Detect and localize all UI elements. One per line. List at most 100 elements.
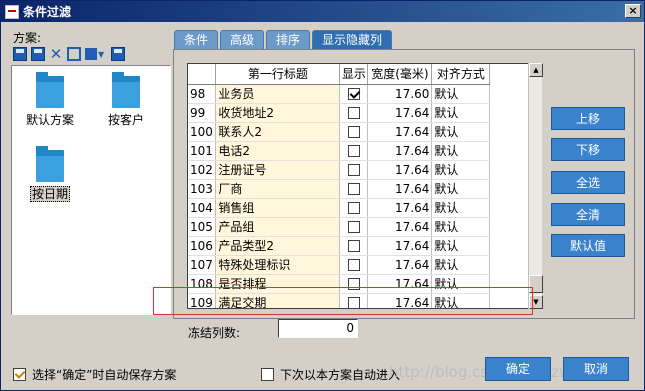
tab-advanced[interactable]: 高级 [220, 30, 265, 50]
plan-item-customer[interactable]: 按客户 [94, 72, 158, 128]
row-width[interactable]: 17.64 [367, 255, 433, 275]
grid-row[interactable]: 107 特殊处理标识 17.64 默认 [188, 255, 491, 275]
plan-item-default[interactable]: 默认方案 [18, 72, 82, 128]
row-show-cell[interactable] [339, 141, 369, 161]
freeze-columns-input[interactable]: 0 [278, 319, 358, 338]
highlight-annotation [153, 287, 533, 315]
row-show-cell[interactable] [339, 179, 369, 199]
grid-row[interactable]: 98 业务员 17.60 默认 [188, 84, 491, 104]
select-all-button[interactable]: 全选 [551, 171, 625, 194]
tab-show-hide-columns[interactable]: 显示隐藏列 [312, 30, 393, 50]
auto-save-option[interactable]: 选择“确定”时自动保存方案 [13, 366, 176, 383]
show-checkbox[interactable] [347, 126, 360, 138]
columns-grid: 第一行标题 显示 宽度(毫米) 对齐方式 98 业务员 17.60 默认 99 收货地址2… [187, 63, 542, 309]
row-width[interactable]: 17.64 [367, 198, 433, 218]
row-align[interactable]: 默认 [431, 141, 491, 161]
row-width[interactable]: 17.60 [367, 84, 433, 104]
auto-enter-label: 下次以本方案自动进入 [280, 368, 401, 382]
grid-row[interactable]: 104 销售组 17.64 默认 [188, 198, 491, 218]
move-down-button[interactable]: 下移 [551, 138, 625, 161]
header-width[interactable]: 宽度(毫米) [367, 64, 433, 85]
row-align[interactable]: 默认 [431, 236, 491, 256]
scroll-up-icon[interactable]: ▲ [529, 63, 543, 77]
grid-scrollbar[interactable]: ▲ ▼ [528, 63, 543, 309]
save-icon[interactable] [13, 47, 27, 61]
row-title[interactable]: 产品类型2 [215, 236, 341, 256]
row-show-cell[interactable] [339, 160, 369, 180]
save-as-icon[interactable] [31, 47, 45, 61]
row-show-cell[interactable] [339, 198, 369, 218]
grid-row[interactable]: 101 电话2 17.64 默认 [188, 141, 491, 161]
row-align[interactable]: 默认 [431, 255, 491, 275]
show-checkbox[interactable] [347, 221, 360, 233]
row-title[interactable]: 厂商 [215, 179, 341, 199]
row-title[interactable]: 注册证号 [215, 160, 341, 180]
row-show-cell[interactable] [339, 103, 369, 123]
row-align[interactable]: 默认 [431, 84, 491, 104]
show-checkbox[interactable] [347, 240, 360, 252]
ok-button[interactable]: 确定 [485, 357, 551, 381]
show-checkbox[interactable] [347, 107, 360, 119]
show-checkbox[interactable] [347, 88, 360, 100]
row-show-cell[interactable] [339, 217, 369, 237]
row-title[interactable]: 收货地址2 [215, 103, 341, 123]
row-title[interactable]: 产品组 [215, 217, 341, 237]
row-width[interactable]: 17.64 [367, 141, 433, 161]
tab-sort[interactable]: 排序 [266, 30, 311, 50]
row-width[interactable]: 17.64 [367, 236, 433, 256]
grid-row[interactable]: 102 注册证号 17.64 默认 [188, 160, 491, 180]
row-show-cell[interactable] [339, 84, 369, 104]
row-align[interactable]: 默认 [431, 103, 491, 123]
row-show-cell[interactable] [339, 122, 369, 142]
default-value-button[interactable]: 默认值 [551, 234, 625, 257]
grid-row[interactable]: 103 厂商 17.64 默认 [188, 179, 491, 199]
menu-icon[interactable]: ▼ [85, 47, 107, 61]
row-title[interactable]: 销售组 [215, 198, 341, 218]
row-align[interactable]: 默认 [431, 198, 491, 218]
header-title[interactable]: 第一行标题 [215, 64, 341, 85]
header-align[interactable]: 对齐方式 [431, 64, 491, 85]
move-up-button[interactable]: 上移 [551, 107, 625, 130]
row-width[interactable]: 17.64 [367, 179, 433, 199]
auto-save-checkbox[interactable] [13, 368, 26, 381]
tab-conditions[interactable]: 条件 [174, 30, 219, 50]
plan-item-date[interactable]: 按日期 [18, 146, 82, 202]
row-title[interactable]: 联系人2 [215, 122, 341, 142]
row-title[interactable]: 特殊处理标识 [215, 255, 341, 275]
grid-row[interactable]: 100 联系人2 17.64 默认 [188, 122, 491, 142]
show-checkbox[interactable] [347, 202, 360, 214]
clear-icon[interactable] [67, 47, 81, 61]
show-checkbox[interactable] [347, 259, 360, 271]
close-button[interactable]: × [625, 4, 641, 18]
grid-body: 98 业务员 17.60 默认 99 收货地址2 17.64 默认 100 联系人2 17.64 默认… [188, 84, 491, 308]
row-align[interactable]: 默认 [431, 122, 491, 142]
row-show-cell[interactable] [339, 236, 369, 256]
row-title[interactable]: 业务员 [215, 84, 341, 104]
row-width[interactable]: 17.64 [367, 122, 433, 142]
row-number: 101 [188, 141, 217, 161]
cancel-button[interactable]: 取消 [563, 357, 629, 381]
row-width[interactable]: 17.64 [367, 160, 433, 180]
auto-enter-checkbox[interactable] [261, 368, 274, 381]
row-align[interactable]: 默认 [431, 160, 491, 180]
row-title[interactable]: 电话2 [215, 141, 341, 161]
row-align[interactable]: 默认 [431, 217, 491, 237]
plans-list: 默认方案 按客户 按日期 [11, 65, 171, 315]
show-checkbox[interactable] [347, 145, 360, 157]
grid-row[interactable]: 99 收货地址2 17.64 默认 [188, 103, 491, 123]
grid-header-row: 第一行标题 显示 宽度(毫米) 对齐方式 [188, 64, 491, 85]
delete-icon[interactable]: ✕ [49, 47, 63, 62]
import-icon[interactable] [111, 47, 125, 61]
row-align[interactable]: 默认 [431, 179, 491, 199]
row-width[interactable]: 17.64 [367, 103, 433, 123]
grid-row[interactable]: 105 产品组 17.64 默认 [188, 217, 491, 237]
clear-all-button[interactable]: 全清 [551, 203, 625, 226]
row-show-cell[interactable] [339, 255, 369, 275]
auto-enter-option[interactable]: 下次以本方案自动进入 [261, 366, 400, 383]
show-checkbox[interactable] [347, 183, 360, 195]
header-show[interactable]: 显示 [339, 64, 369, 85]
grid-row[interactable]: 106 产品类型2 17.64 默认 [188, 236, 491, 256]
title-bar[interactable]: 条件过滤 × [1, 1, 644, 22]
show-checkbox[interactable] [347, 164, 360, 176]
row-width[interactable]: 17.64 [367, 217, 433, 237]
